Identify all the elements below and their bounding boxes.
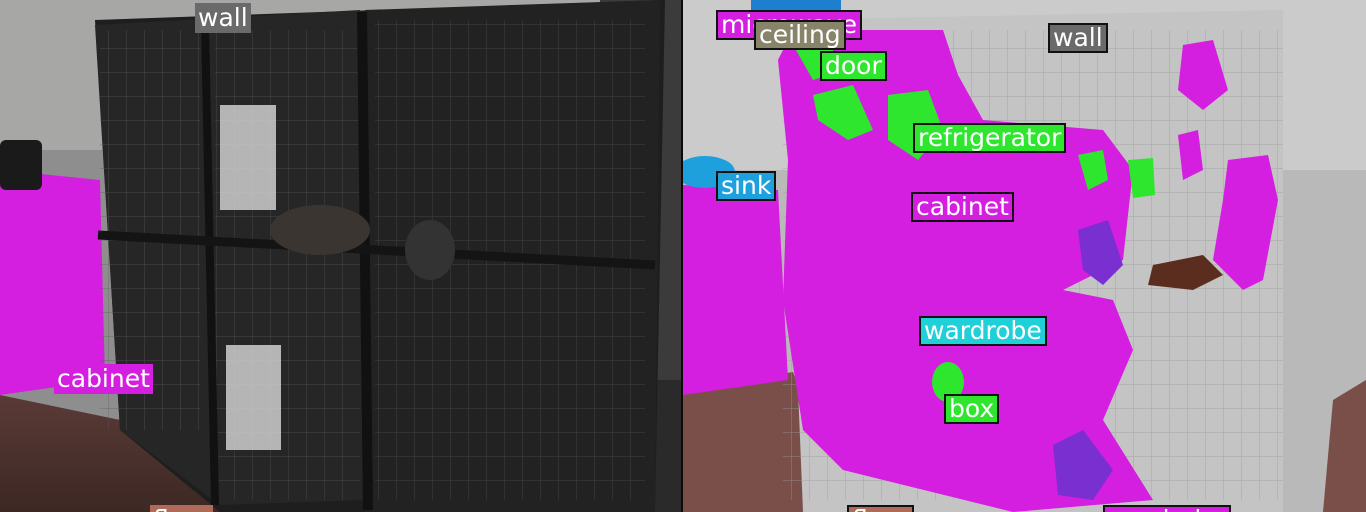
label-wall: wall: [195, 3, 251, 33]
label-box: box: [944, 394, 1000, 424]
label-floor: floor: [847, 505, 914, 512]
cabinet-mask: [683, 185, 788, 395]
left-photo: [0, 0, 683, 512]
cabinet-mask: [0, 170, 105, 395]
label-bottom-right: wardrobe: [1103, 505, 1231, 512]
label-wall: wall: [1048, 23, 1108, 53]
label-floor: floor: [150, 505, 213, 512]
label-refrigerator: refrigerator: [913, 123, 1067, 153]
left-image-panel: wall cabinet floor: [0, 0, 683, 512]
segmentation-overlay: [683, 0, 1366, 512]
label-sink: sink: [716, 171, 777, 201]
label-wardrobe: wardrobe: [919, 316, 1047, 346]
label-cabinet: cabinet: [911, 192, 1014, 222]
label-door: door: [820, 51, 887, 81]
label-cabinet: cabinet: [54, 364, 153, 394]
right-image-panel: microwave ceiling wall door refrigerator…: [683, 0, 1366, 512]
label-ceiling: ceiling: [754, 20, 846, 50]
